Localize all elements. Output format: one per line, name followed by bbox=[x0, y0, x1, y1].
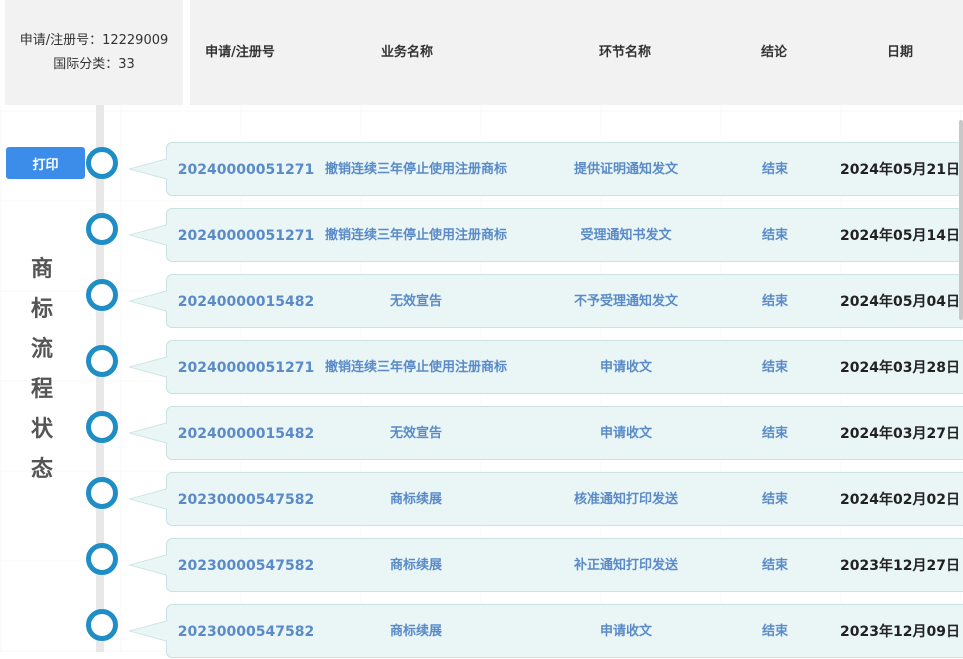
timeline-row: 20240000051271 撤销连续三年停止使用注册商标 提供证明通知发文 结束 20… bbox=[166, 142, 963, 196]
registration-number-label: 申请/注册号：12229009 bbox=[19, 32, 169, 48]
row-pointer-fill bbox=[131, 555, 168, 575]
row-date: 2024年03月27日 bbox=[840, 426, 960, 442]
timeline-node-icon bbox=[86, 543, 118, 575]
trademark-info-panel: 申请/注册号：12229009 国际分类：33 bbox=[5, 0, 183, 105]
header-step: 环节名称 bbox=[598, 45, 652, 60]
row-pointer-fill bbox=[131, 291, 168, 311]
row-business: 商标续展 bbox=[389, 492, 443, 507]
row-conclusion: 结束 bbox=[761, 492, 789, 507]
row-step: 受理通知书发文 bbox=[580, 228, 672, 243]
row-business: 撤销连续三年停止使用注册商标 bbox=[324, 360, 508, 375]
timeline-node-icon bbox=[86, 279, 118, 311]
row-conclusion: 结束 bbox=[761, 426, 789, 441]
side-title-char: 流 bbox=[30, 337, 53, 362]
row-pointer-fill bbox=[131, 423, 168, 443]
row-reg-no: 20240000051271 bbox=[177, 162, 315, 178]
row-conclusion: 结束 bbox=[761, 162, 789, 177]
row-reg-no: 20230000547582 bbox=[177, 624, 315, 640]
row-reg-no: 20240000015482 bbox=[177, 426, 315, 442]
header-conclusion: 结论 bbox=[760, 45, 788, 60]
side-title-char: 程 bbox=[30, 377, 53, 402]
vertical-scrollbar[interactable] bbox=[959, 120, 963, 320]
row-pointer-fill bbox=[131, 489, 168, 509]
side-title-char: 商 bbox=[30, 257, 53, 282]
timeline-row: 20240000051271 撤销连续三年停止使用注册商标 受理通知书发文 结束 202… bbox=[166, 208, 963, 262]
row-date: 2023年12月09日 bbox=[840, 624, 960, 640]
row-pointer-fill bbox=[131, 159, 168, 179]
timeline-node-icon bbox=[86, 477, 118, 509]
header-reg-no: 申请/注册号 bbox=[205, 45, 275, 60]
row-conclusion: 结束 bbox=[761, 360, 789, 375]
side-title-char: 标 bbox=[30, 297, 53, 322]
timeline-row: 20240000051271 撤销连续三年停止使用注册商标 申请收文 结束 2024年0… bbox=[166, 340, 963, 394]
header-business: 业务名称 bbox=[380, 45, 434, 60]
side-title-char: 态 bbox=[30, 457, 53, 482]
row-business: 无效宣告 bbox=[389, 294, 443, 309]
row-date: 2024年02月02日 bbox=[840, 492, 960, 508]
row-reg-no: 20240000051271 bbox=[177, 360, 315, 376]
timeline-row: 20230000547582 商标续展 申请收文 结束 2023年12月09日 bbox=[166, 604, 963, 658]
timeline-node-icon bbox=[86, 213, 118, 245]
row-step: 申请收文 bbox=[599, 360, 653, 375]
row-reg-no: 20240000051271 bbox=[177, 228, 315, 244]
row-business: 商标续展 bbox=[389, 624, 443, 639]
timeline-row: 20230000547582 商标续展 核准通知打印发送 结束 2024年02月02日 bbox=[166, 472, 963, 526]
row-conclusion: 结束 bbox=[761, 228, 789, 243]
timeline-row: 20240000015482 无效宣告 不予受理通知发文 结束 2024年05月04日 bbox=[166, 274, 963, 328]
row-conclusion: 结束 bbox=[761, 558, 789, 573]
row-conclusion: 结束 bbox=[761, 294, 789, 309]
row-step: 不予受理通知发文 bbox=[573, 294, 679, 309]
row-business: 撤销连续三年停止使用注册商标 bbox=[324, 228, 508, 243]
print-button[interactable]: 打印 bbox=[6, 147, 85, 179]
row-date: 2023年12月27日 bbox=[840, 558, 960, 574]
row-pointer-fill bbox=[131, 225, 168, 245]
timeline-node-icon bbox=[86, 609, 118, 641]
timeline-node-icon bbox=[86, 411, 118, 443]
row-date: 2024年03月28日 bbox=[840, 360, 960, 376]
row-step: 申请收文 bbox=[599, 624, 653, 639]
row-conclusion: 结束 bbox=[761, 624, 789, 639]
row-date: 2024年05月14日 bbox=[840, 228, 960, 244]
row-business: 无效宣告 bbox=[389, 426, 443, 441]
row-step: 提供证明通知发文 bbox=[573, 162, 679, 177]
row-business: 商标续展 bbox=[389, 558, 443, 573]
row-step: 补正通知打印发送 bbox=[573, 558, 679, 573]
row-date: 2024年05月21日 bbox=[840, 162, 960, 178]
side-title-char: 状 bbox=[30, 417, 53, 442]
timeline-node-icon bbox=[86, 345, 118, 377]
row-reg-no: 20240000015482 bbox=[177, 294, 315, 310]
row-step: 申请收文 bbox=[599, 426, 653, 441]
header-date: 日期 bbox=[886, 45, 914, 60]
row-pointer-fill bbox=[131, 357, 168, 377]
timeline-row: 20230000547582 商标续展 补正通知打印发送 结束 2023年12月27日 bbox=[166, 538, 963, 592]
row-pointer-fill bbox=[131, 621, 168, 641]
timeline-row: 20240000015482 无效宣告 申请收文 结束 2024年03月27日 bbox=[166, 406, 963, 460]
row-reg-no: 20230000547582 bbox=[177, 558, 315, 574]
table-header: 申请/注册号 业务名称 环节名称 结论 日期 bbox=[190, 0, 963, 105]
row-reg-no: 20230000547582 bbox=[177, 492, 315, 508]
row-business: 撤销连续三年停止使用注册商标 bbox=[324, 162, 508, 177]
row-step: 核准通知打印发送 bbox=[573, 492, 679, 507]
international-class-label: 国际分类：33 bbox=[53, 56, 135, 72]
timeline-node-icon bbox=[86, 147, 118, 179]
row-date: 2024年05月04日 bbox=[840, 294, 960, 310]
side-title: 商 标 流 程 状 态 bbox=[22, 250, 62, 490]
